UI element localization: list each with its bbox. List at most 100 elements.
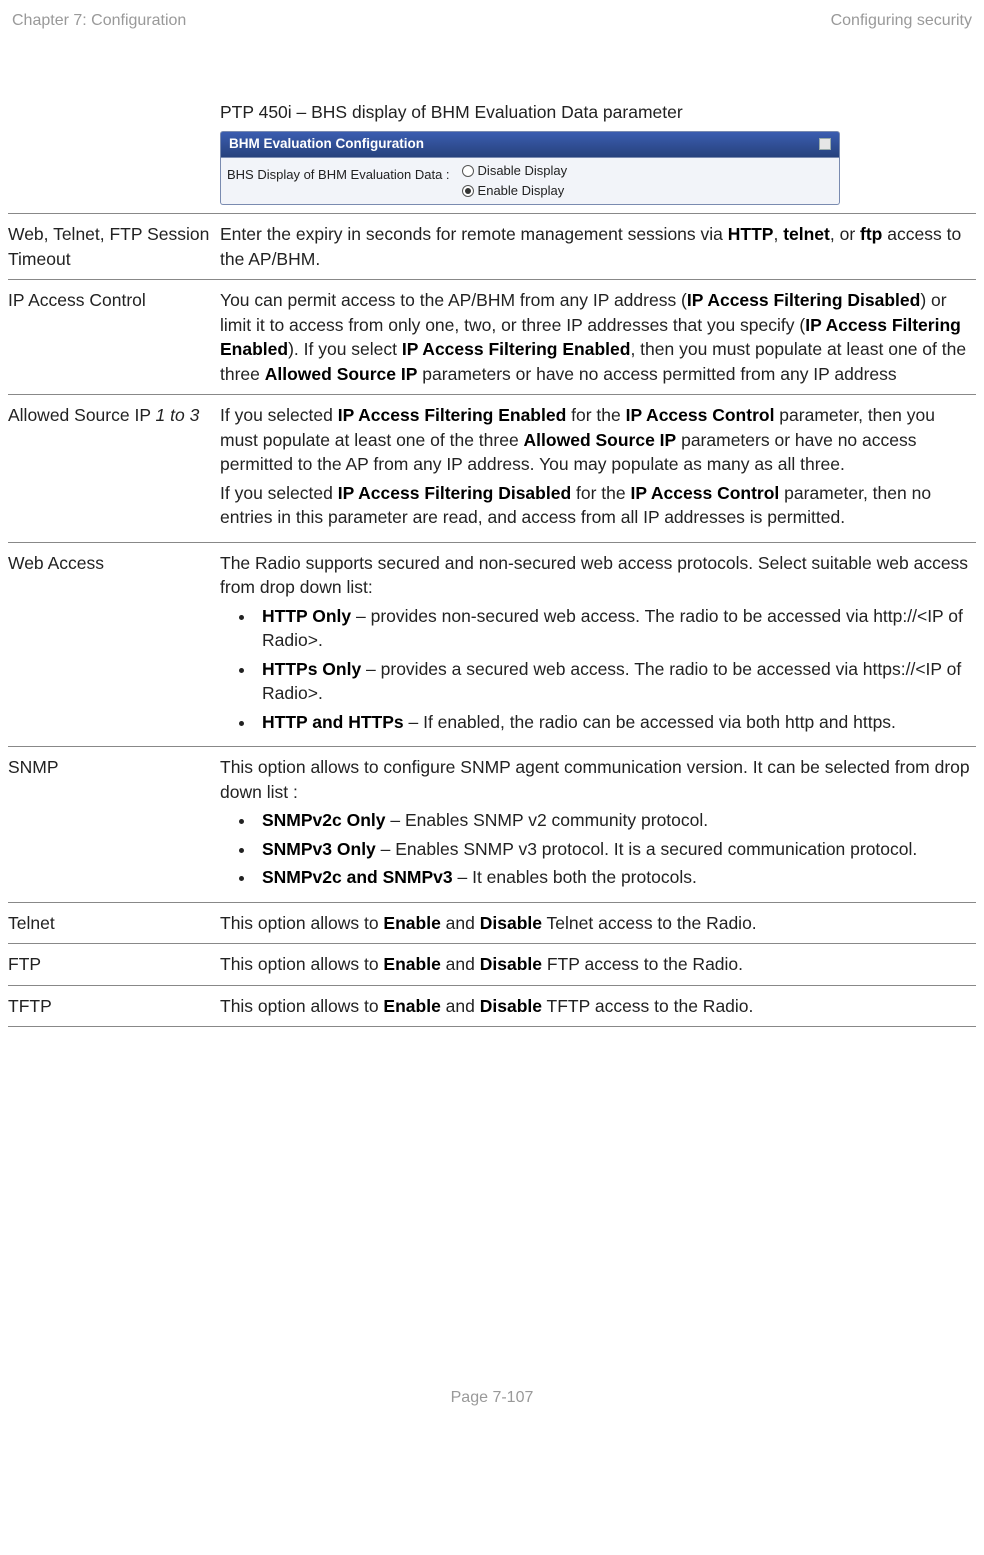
bold-term: SNMPv3 Only: [262, 839, 376, 859]
table-row: IP Access Control You can permit access …: [8, 280, 976, 395]
italic-text: 1 to 3: [156, 405, 200, 425]
text: for the: [566, 405, 625, 425]
text: ,: [773, 224, 783, 244]
attr-name: TFTP: [8, 985, 220, 1027]
bold-term: SNMPv2c and SNMPv3: [262, 867, 453, 887]
text: parameters or have no access permitted f…: [417, 364, 896, 384]
bold-term: Allowed Source IP: [265, 364, 418, 384]
bold-term: HTTP and HTTPs: [262, 712, 404, 732]
page-footer: Page 7-107: [8, 1387, 976, 1409]
list-item: HTTP and HTTPs – If enabled, the radio c…: [256, 710, 970, 735]
text: ). If you select: [288, 339, 402, 359]
bold-term: IP Access Control: [630, 483, 779, 503]
text: – provides a secured web access. The rad…: [262, 659, 961, 704]
table-row: FTP This option allows to Enable and Dis…: [8, 944, 976, 986]
list-item: HTTP Only – provides non-secured web acc…: [256, 604, 970, 653]
bold-term: HTTP Only: [262, 606, 351, 626]
bold-term: Disable: [480, 954, 542, 974]
text: You can permit access to the AP/BHM from…: [220, 290, 687, 310]
bold-term: HTTPs Only: [262, 659, 361, 679]
panel-title: BHM Evaluation Configuration: [229, 135, 424, 154]
attr-desc: This option allows to configure SNMP age…: [220, 747, 976, 903]
parameter-table: PTP 450i – BHS display of BHM Evaluation…: [8, 92, 976, 1027]
text: Telnet access to the Radio.: [542, 913, 757, 933]
bold-term: Enable: [383, 954, 440, 974]
bold-term: IP Access Filtering Disabled: [687, 290, 920, 310]
bold-term: Disable: [480, 913, 542, 933]
text: for the: [571, 483, 630, 503]
header-section: Configuring security: [831, 10, 972, 32]
radio-disable-display[interactable]: [462, 165, 474, 177]
attr-name: Web Access: [8, 542, 220, 747]
bullet-list: HTTP Only – provides non-secured web acc…: [256, 604, 970, 735]
text: and: [441, 996, 480, 1016]
text: The Radio supports secured and non-secur…: [220, 551, 970, 600]
bold-term: Enable: [383, 996, 440, 1016]
bold-term: IP Access Control: [626, 405, 775, 425]
radio-label: Disable Display: [478, 162, 568, 180]
attr-name: Web, Telnet, FTP Session Timeout: [8, 214, 220, 280]
attr-desc: Enter the expiry in seconds for remote m…: [220, 214, 976, 280]
list-item: SNMPv3 Only – Enables SNMP v3 protocol. …: [256, 837, 970, 862]
text: This option allows to: [220, 996, 383, 1016]
bold-term: Allowed Source IP: [524, 430, 677, 450]
table-row: PTP 450i – BHS display of BHM Evaluation…: [8, 92, 976, 213]
list-item: SNMPv2c and SNMPv3 – It enables both the…: [256, 865, 970, 890]
bold-term: IP Access Filtering Disabled: [338, 483, 571, 503]
radio-enable-display[interactable]: [462, 185, 474, 197]
text: This option allows to: [220, 954, 383, 974]
text: and: [441, 954, 480, 974]
text: – Enables SNMP v3 protocol. It is a secu…: [376, 839, 917, 859]
attr-name: Allowed Source IP 1 to 3: [8, 395, 220, 543]
bullet-list: SNMPv2c Only – Enables SNMP v2 community…: [256, 808, 970, 890]
bold-term: SNMPv2c Only: [262, 810, 386, 830]
text: Enter the expiry in seconds for remote m…: [220, 224, 728, 244]
minimize-icon: [819, 138, 831, 150]
table-row: Web Access The Radio supports secured an…: [8, 542, 976, 747]
attr-desc: This option allows to Enable and Disable…: [220, 944, 976, 986]
text: and: [441, 913, 480, 933]
attr-desc: You can permit access to the AP/BHM from…: [220, 280, 976, 395]
attr-desc: This option allows to Enable and Disable…: [220, 985, 976, 1027]
attr-name: Telnet: [8, 902, 220, 944]
text: If you selected: [220, 483, 338, 503]
text: FTP access to the Radio.: [542, 954, 743, 974]
list-item: SNMPv2c Only – Enables SNMP v2 community…: [256, 808, 970, 833]
bold-term: ftp: [860, 224, 882, 244]
text: – Enables SNMP v2 community protocol.: [386, 810, 709, 830]
figure-panel: BHM Evaluation Configuration BHS Display…: [220, 131, 840, 205]
bold-term: telnet: [783, 224, 830, 244]
table-row: Web, Telnet, FTP Session Timeout Enter t…: [8, 214, 976, 280]
list-item: HTTPs Only – provides a secured web acce…: [256, 657, 970, 706]
bold-term: Disable: [480, 996, 542, 1016]
figure-caption: PTP 450i – BHS display of BHM Evaluation…: [220, 100, 970, 125]
text: This option allows to configure SNMP age…: [220, 755, 970, 804]
attr-name: FTP: [8, 944, 220, 986]
panel-row-label: BHS Display of BHM Evaluation Data :: [227, 162, 450, 184]
text: Allowed Source IP: [8, 405, 156, 425]
attr-name: SNMP: [8, 747, 220, 903]
panel-titlebar: BHM Evaluation Configuration: [220, 131, 840, 158]
table-row: TFTP This option allows to Enable and Di…: [8, 985, 976, 1027]
header-chapter: Chapter 7: Configuration: [12, 10, 186, 32]
text: – provides non-secured web access. The r…: [262, 606, 963, 651]
attr-desc: The Radio supports secured and non-secur…: [220, 542, 976, 747]
text: – It enables both the protocols.: [453, 867, 697, 887]
bold-term: Enable: [383, 913, 440, 933]
attr-desc: This option allows to Enable and Disable…: [220, 902, 976, 944]
bold-term: HTTP: [728, 224, 774, 244]
text: – If enabled, the radio can be accessed …: [404, 712, 896, 732]
table-row: SNMP This option allows to configure SNM…: [8, 747, 976, 903]
attr-desc: If you selected IP Access Filtering Enab…: [220, 395, 976, 543]
text: This option allows to: [220, 913, 383, 933]
bold-term: IP Access Filtering Enabled: [402, 339, 631, 359]
bold-term: IP Access Filtering Enabled: [338, 405, 567, 425]
attr-name: IP Access Control: [8, 280, 220, 395]
text: If you selected: [220, 405, 338, 425]
table-row: Allowed Source IP 1 to 3 If you selected…: [8, 395, 976, 543]
page-header: Chapter 7: Configuration Configuring sec…: [8, 10, 976, 32]
text: , or: [830, 224, 860, 244]
table-row: Telnet This option allows to Enable and …: [8, 902, 976, 944]
radio-label: Enable Display: [478, 182, 565, 200]
text: TFTP access to the Radio.: [542, 996, 753, 1016]
